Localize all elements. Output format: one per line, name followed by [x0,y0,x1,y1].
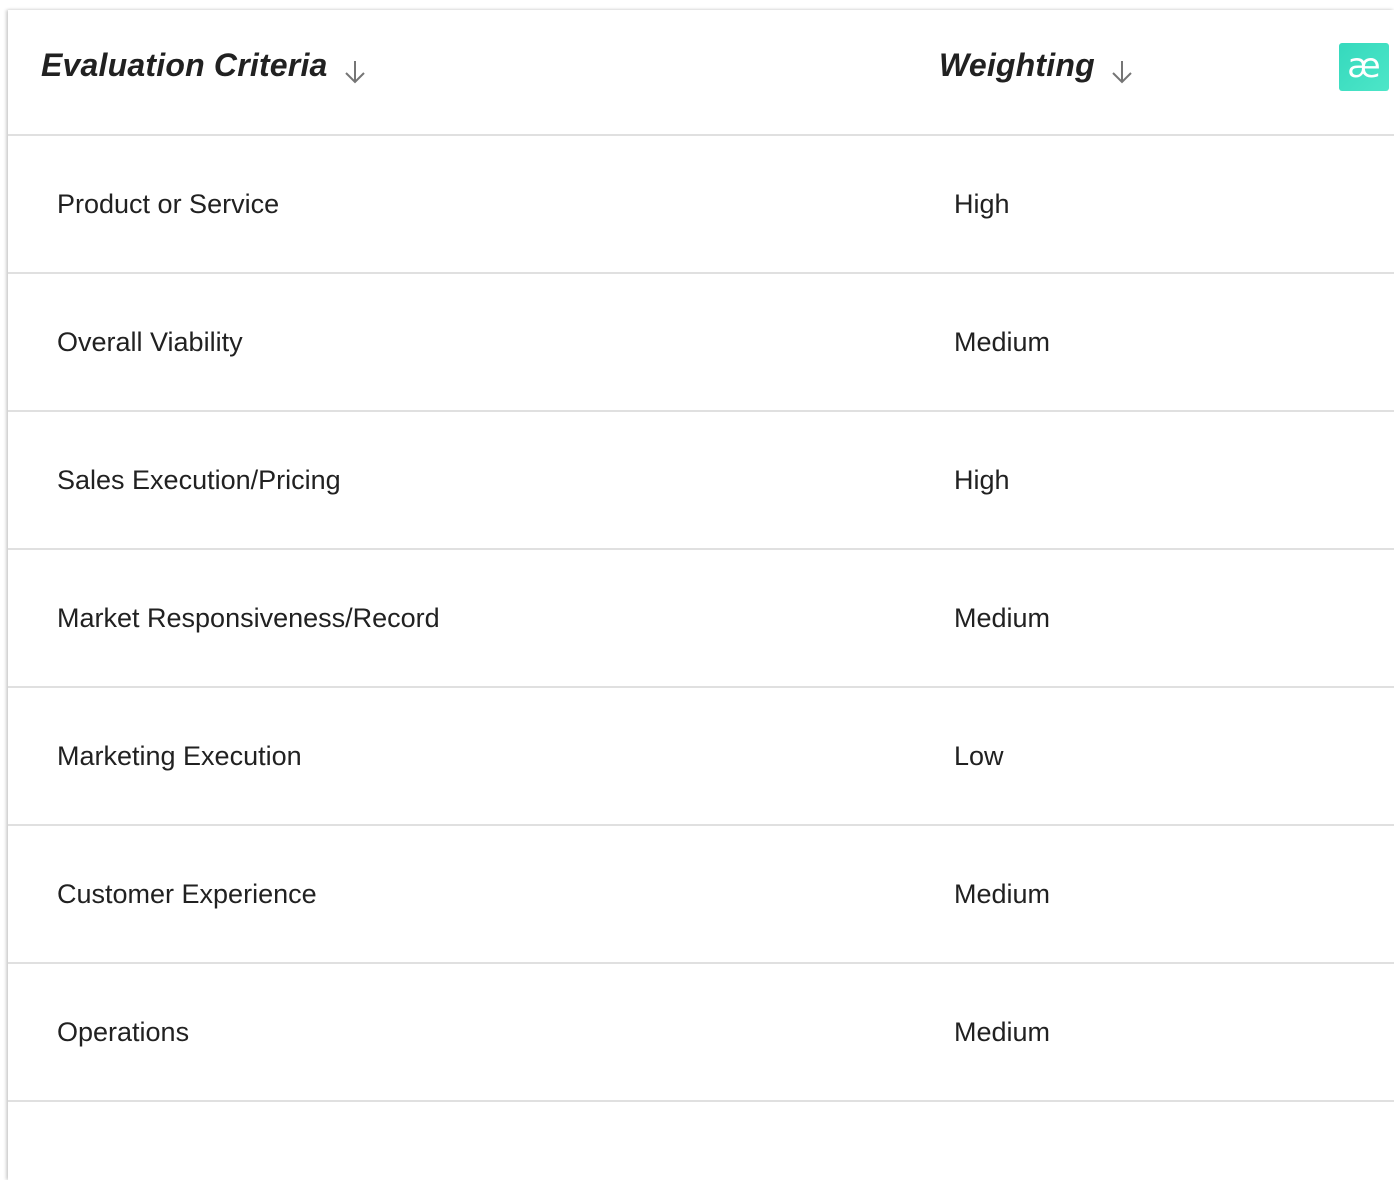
weighting-cell: High [954,189,1010,219]
weighting-cell: High [954,465,1010,495]
criteria-cell: Overall Viability [57,327,243,357]
evaluation-table: Evaluation Criteria Weighting æ Product … [8,10,1394,1180]
ae-logo-icon: æ [1339,43,1389,91]
table-row: Product or Service High [8,136,1394,274]
column-header-label: Evaluation Criteria [41,46,328,83]
criteria-cell: Product or Service [57,189,280,219]
table-body: Product or Service High Overall Viabilit… [8,136,1394,1102]
criteria-cell: Marketing Execution [57,741,302,771]
weighting-cell: Medium [954,1017,1051,1047]
criteria-cell: Market Responsiveness/Record [57,603,440,633]
criteria-cell: Sales Execution/Pricing [57,465,341,495]
column-header-weighting[interactable]: Weighting [939,44,1135,86]
arrow-down-icon[interactable] [342,58,368,86]
table-row: Operations Medium [8,964,1394,1102]
weighting-cell: Medium [954,327,1051,357]
table-row: Marketing Execution Low [8,688,1394,826]
table-row: Sales Execution/Pricing High [8,412,1394,550]
criteria-cell: Customer Experience [57,879,317,909]
weighting-cell: Medium [954,879,1051,909]
weighting-cell: Low [954,741,1004,771]
table-row: Market Responsiveness/Record Medium [8,550,1394,688]
criteria-cell: Operations [57,1017,190,1047]
weighting-cell: Medium [954,603,1051,633]
arrow-down-icon[interactable] [1109,58,1135,86]
column-header-evaluation-criteria[interactable]: Evaluation Criteria [41,44,368,86]
table-row: Overall Viability Medium [8,274,1394,412]
table-header: Evaluation Criteria Weighting æ [8,10,1394,136]
table-row: Customer Experience Medium [8,826,1394,964]
column-header-label: Weighting [939,46,1095,83]
